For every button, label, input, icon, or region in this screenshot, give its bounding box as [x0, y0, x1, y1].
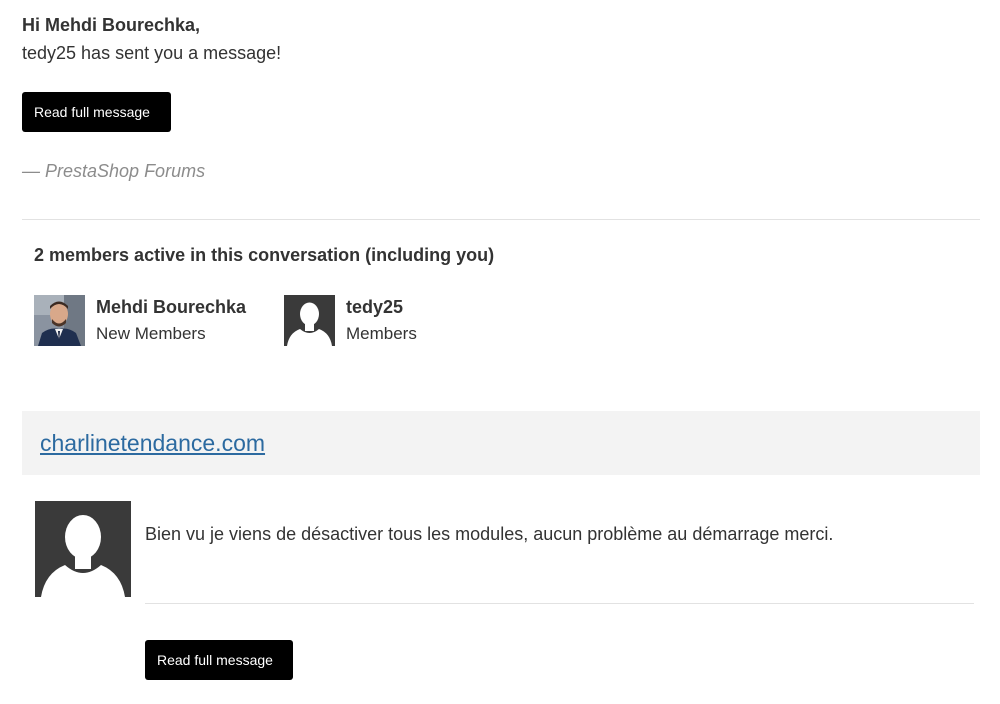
read-full-message-button[interactable]: Read full message	[145, 640, 293, 680]
divider	[22, 219, 980, 220]
email-message: Hi Mehdi Bourechka, tedy25 has sent you …	[0, 0, 1000, 704]
read-full-message-button[interactable]: Read full message	[22, 92, 171, 132]
notification-subtitle: tedy25 has sent you a message!	[22, 43, 282, 63]
topic-header: charlinetendance.com	[22, 411, 980, 475]
default-user-silhouette-icon[interactable]	[35, 501, 131, 597]
user-photo-icon	[34, 295, 85, 346]
post-message-text: Bien vu je viens de désactiver tous les …	[145, 524, 834, 544]
member-role: Members	[346, 324, 417, 343]
member-card-tedy25[interactable]: tedy25 Members	[284, 295, 484, 347]
member-name[interactable]: Mehdi Bourechka	[96, 296, 246, 318]
member-role: New Members	[96, 324, 206, 343]
default-user-silhouette-icon[interactable]	[284, 295, 335, 346]
members-title: 2 members active in this conversation (i…	[34, 245, 495, 265]
member-card-mehdi[interactable]: Mehdi Bourechka New Members	[34, 295, 274, 347]
user-photo-avatar[interactable]	[34, 295, 85, 346]
signature: — PrestaShop Forums	[22, 161, 206, 181]
divider	[145, 603, 974, 604]
member-name[interactable]: tedy25	[346, 296, 403, 318]
topic-link[interactable]: charlinetendance.com	[40, 430, 265, 456]
greeting-heading: Hi Mehdi Bourechka,	[22, 15, 201, 35]
